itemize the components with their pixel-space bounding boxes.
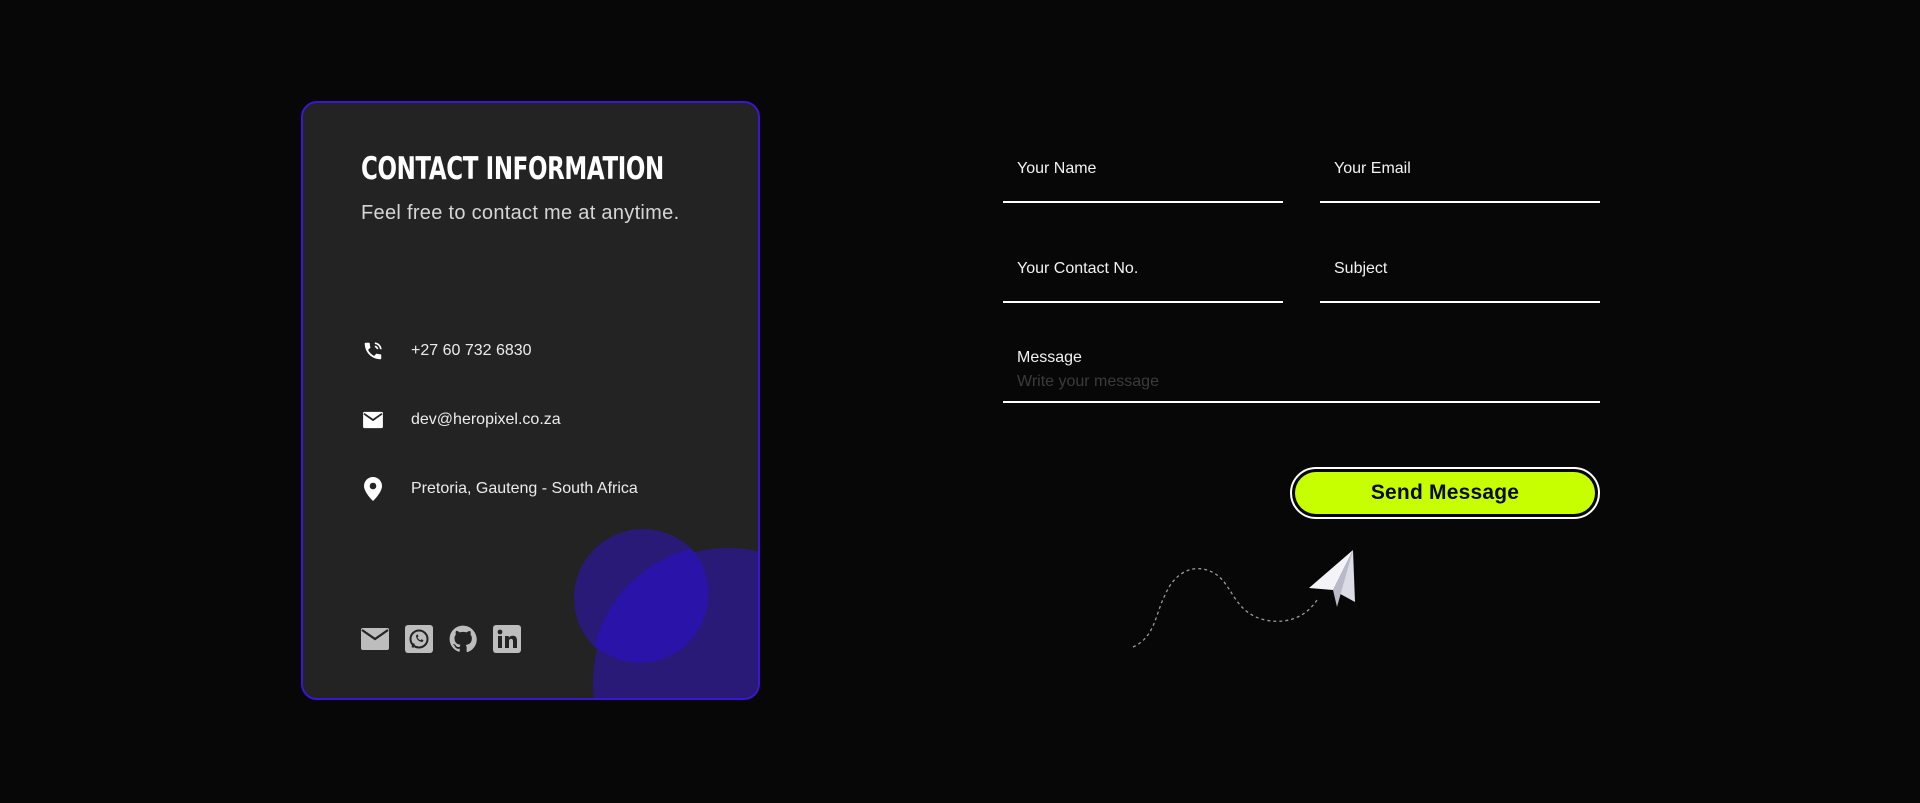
name-label: Your Name xyxy=(1017,160,1097,177)
subject-label: Subject xyxy=(1334,260,1388,277)
location-pin-icon xyxy=(361,477,385,501)
phone-row: +27 60 732 6830 xyxy=(361,339,532,363)
whatsapp-icon[interactable] xyxy=(405,625,433,653)
mail-icon[interactable] xyxy=(361,625,389,653)
send-message-button[interactable]: Send Message xyxy=(1295,472,1595,514)
mail-icon xyxy=(361,408,385,432)
email-row: dev@heropixel.co.za xyxy=(361,408,561,432)
send-button-outline: Send Message xyxy=(1290,467,1600,519)
message-field: Message xyxy=(1003,349,1600,403)
subject-field: Subject xyxy=(1320,260,1600,306)
name-input[interactable] xyxy=(1017,182,1283,206)
message-label: Message xyxy=(1017,349,1082,366)
phone-number[interactable]: +27 60 732 6830 xyxy=(411,342,532,360)
email-input[interactable] xyxy=(1334,182,1600,206)
contact-number-input[interactable] xyxy=(1017,282,1283,306)
paper-plane-icon xyxy=(1132,550,1355,648)
github-icon[interactable] xyxy=(449,625,477,653)
contact-number-label: Your Contact No. xyxy=(1017,260,1139,277)
linkedin-icon[interactable] xyxy=(493,625,521,653)
card-title: CONTACT INFORMATION xyxy=(361,151,664,187)
contact-info-card: CONTACT INFORMATION Feel free to contact… xyxy=(301,101,760,700)
contact-number-field: Your Contact No. xyxy=(1003,260,1283,306)
contact-section: CONTACT INFORMATION Feel free to contact… xyxy=(0,0,1920,803)
message-input[interactable] xyxy=(1017,373,1600,395)
phone-icon xyxy=(361,339,385,363)
social-links xyxy=(361,625,521,653)
card-subtitle: Feel free to contact me at anytime. xyxy=(361,202,680,224)
name-field: Your Name xyxy=(1003,160,1283,206)
email-field: Your Email xyxy=(1320,160,1600,206)
location-text: Pretoria, Gauteng - South Africa xyxy=(411,480,638,497)
subject-input[interactable] xyxy=(1334,282,1600,306)
email-label: Your Email xyxy=(1334,160,1411,177)
location-row: Pretoria, Gauteng - South Africa xyxy=(361,477,638,501)
email-address[interactable]: dev@heropixel.co.za xyxy=(411,411,561,429)
